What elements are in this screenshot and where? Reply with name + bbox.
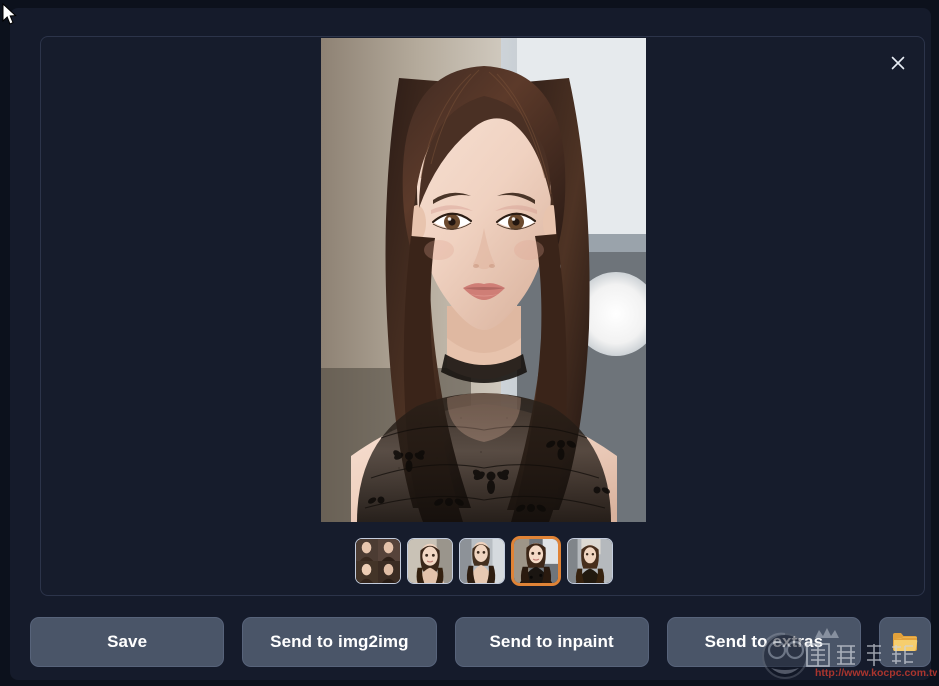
close-icon[interactable] — [882, 47, 914, 79]
thumbnail-4-image — [513, 539, 558, 583]
thumbnail-3-image — [459, 539, 504, 583]
thumbnail-5-image — [567, 539, 612, 583]
send-to-inpaint-button[interactable]: Send to inpaint — [454, 617, 649, 667]
close-glyph — [891, 56, 905, 70]
preview-image-container[interactable] — [321, 38, 646, 522]
thumbnail-2[interactable] — [406, 538, 453, 584]
send-to-extras-button[interactable]: Send to extras — [666, 617, 861, 667]
thumbnail-1[interactable] — [354, 538, 401, 584]
folder-icon — [893, 633, 918, 651]
thumbnail-5[interactable] — [566, 538, 613, 584]
thumbnail-1-image — [355, 539, 400, 583]
thumbnail-strip[interactable] — [41, 530, 926, 592]
save-button[interactable]: Save — [30, 617, 225, 667]
app-container: Save Send to img2img Send to inpaint Sen… — [10, 8, 931, 680]
thumbnail-4[interactable] — [510, 536, 561, 586]
app-root: Save Send to img2img Send to inpaint Sen… — [0, 0, 939, 686]
open-folder-button[interactable] — [879, 617, 931, 667]
send-to-img2img-button[interactable]: Send to img2img — [242, 617, 437, 667]
generated-portrait-image — [321, 38, 646, 522]
action-button-row: Save Send to img2img Send to inpaint Sen… — [30, 613, 931, 671]
gallery-panel — [40, 36, 925, 596]
thumbnail-3[interactable] — [458, 538, 505, 584]
thumbnail-2-image — [407, 539, 452, 583]
